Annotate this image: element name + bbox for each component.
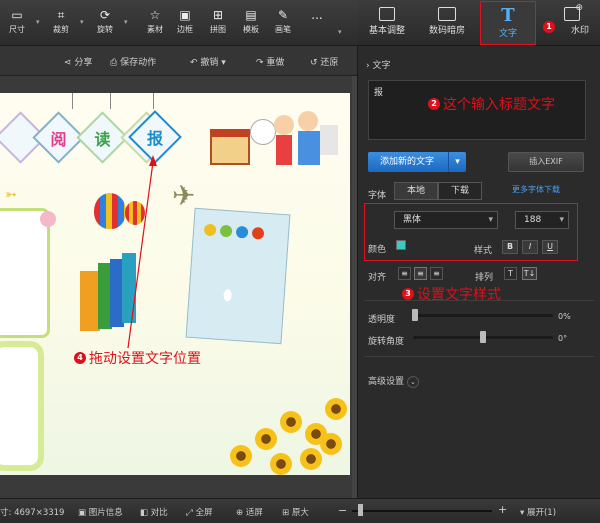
- align-right-icon[interactable]: ≡: [430, 267, 443, 280]
- chevron-down-icon: ▾: [559, 215, 564, 225]
- font-select[interactable]: 黑体 ▾: [394, 211, 498, 229]
- align-left-icon[interactable]: ≡: [398, 267, 411, 280]
- underline-button[interactable]: U: [542, 240, 558, 254]
- italic-button[interactable]: I: [522, 240, 538, 254]
- status-bar: 寸: 4697×3319 ▣ 图片信息 ◧ 对比 ⤢ 全屏 ⊕ 适屏 ⊞ 原大 …: [0, 498, 600, 523]
- fit-screen-button[interactable]: ⊕ 适屏: [236, 506, 263, 518]
- annotation-4: 4 拖动设置文字位置: [74, 348, 201, 368]
- rotation-value: 0°: [558, 334, 568, 343]
- align-center-icon[interactable]: ≡: [414, 267, 427, 280]
- font-size-select[interactable]: 188 ▾: [515, 211, 569, 229]
- opacity-value: 0%: [558, 312, 571, 321]
- more-fonts-link[interactable]: 更多字体下载: [512, 184, 560, 195]
- align-label: 对齐: [368, 273, 387, 283]
- font-tab-local[interactable]: 本地: [394, 182, 438, 200]
- add-text-button[interactable]: 添加新的文字 ▾: [368, 152, 466, 172]
- zoom-slider-handle[interactable]: [358, 504, 363, 516]
- opacity-slider-handle[interactable]: [412, 309, 418, 321]
- color-swatch[interactable]: [396, 240, 406, 250]
- original-size-button[interactable]: ⊞ 原大: [282, 506, 309, 518]
- rotation-label: 旋转角度: [368, 337, 405, 347]
- style-label: 样式: [474, 246, 493, 256]
- annotation-2: 2 这个输入标题文字: [428, 94, 555, 114]
- info-icon: ▣: [78, 508, 89, 518]
- arrange-label: 排列: [475, 273, 494, 283]
- fullscreen-icon: ⤢: [186, 508, 196, 518]
- original-icon: ⊞: [282, 508, 292, 518]
- compare-button[interactable]: ◧ 对比: [140, 506, 168, 518]
- chevron-down-icon: ▾: [520, 508, 527, 518]
- text-panel: › 文字 报 2 这个输入标题文字 添加新的文字 ▾ 插入EXIF 字体 本地 下…: [357, 46, 600, 498]
- chevron-down-icon: ▾: [488, 215, 493, 225]
- expand-button[interactable]: ▾ 展开(1): [520, 506, 556, 518]
- vertical-text-icon[interactable]: T↓: [522, 267, 537, 280]
- fit-icon: ⊕: [236, 508, 246, 518]
- chevron-down-icon: ⌄: [406, 376, 419, 388]
- advanced-settings[interactable]: 高级设置 ⌄: [368, 374, 419, 388]
- bold-button[interactable]: B: [502, 240, 518, 254]
- image-size: 寸: 4697×3319: [0, 508, 65, 518]
- opacity-label: 透明度: [368, 315, 396, 325]
- image-info-button[interactable]: ▣ 图片信息: [78, 506, 123, 518]
- divider: [364, 300, 594, 301]
- opacity-slider[interactable]: [413, 314, 553, 317]
- annotation-3: 3 设置文字样式: [402, 284, 501, 304]
- font-label: 字体: [368, 191, 387, 201]
- dropdown-arrow-icon[interactable]: ▾: [448, 152, 466, 172]
- insert-exif-button[interactable]: 插入EXIF: [508, 152, 584, 172]
- font-tab-download[interactable]: 下载: [438, 182, 482, 200]
- zoom-out-icon[interactable]: −: [338, 504, 347, 517]
- zoom-in-icon[interactable]: +: [498, 503, 507, 516]
- horizontal-text-icon[interactable]: T: [504, 267, 517, 280]
- zoom-slider[interactable]: [352, 510, 492, 512]
- compare-icon: ◧: [140, 508, 151, 518]
- divider: [364, 356, 594, 357]
- fullscreen-button[interactable]: ⤢ 全屏: [186, 506, 213, 518]
- rotation-slider-handle[interactable]: [480, 331, 486, 343]
- section-title: › 文字: [366, 61, 391, 71]
- color-label: 颜色: [368, 245, 387, 255]
